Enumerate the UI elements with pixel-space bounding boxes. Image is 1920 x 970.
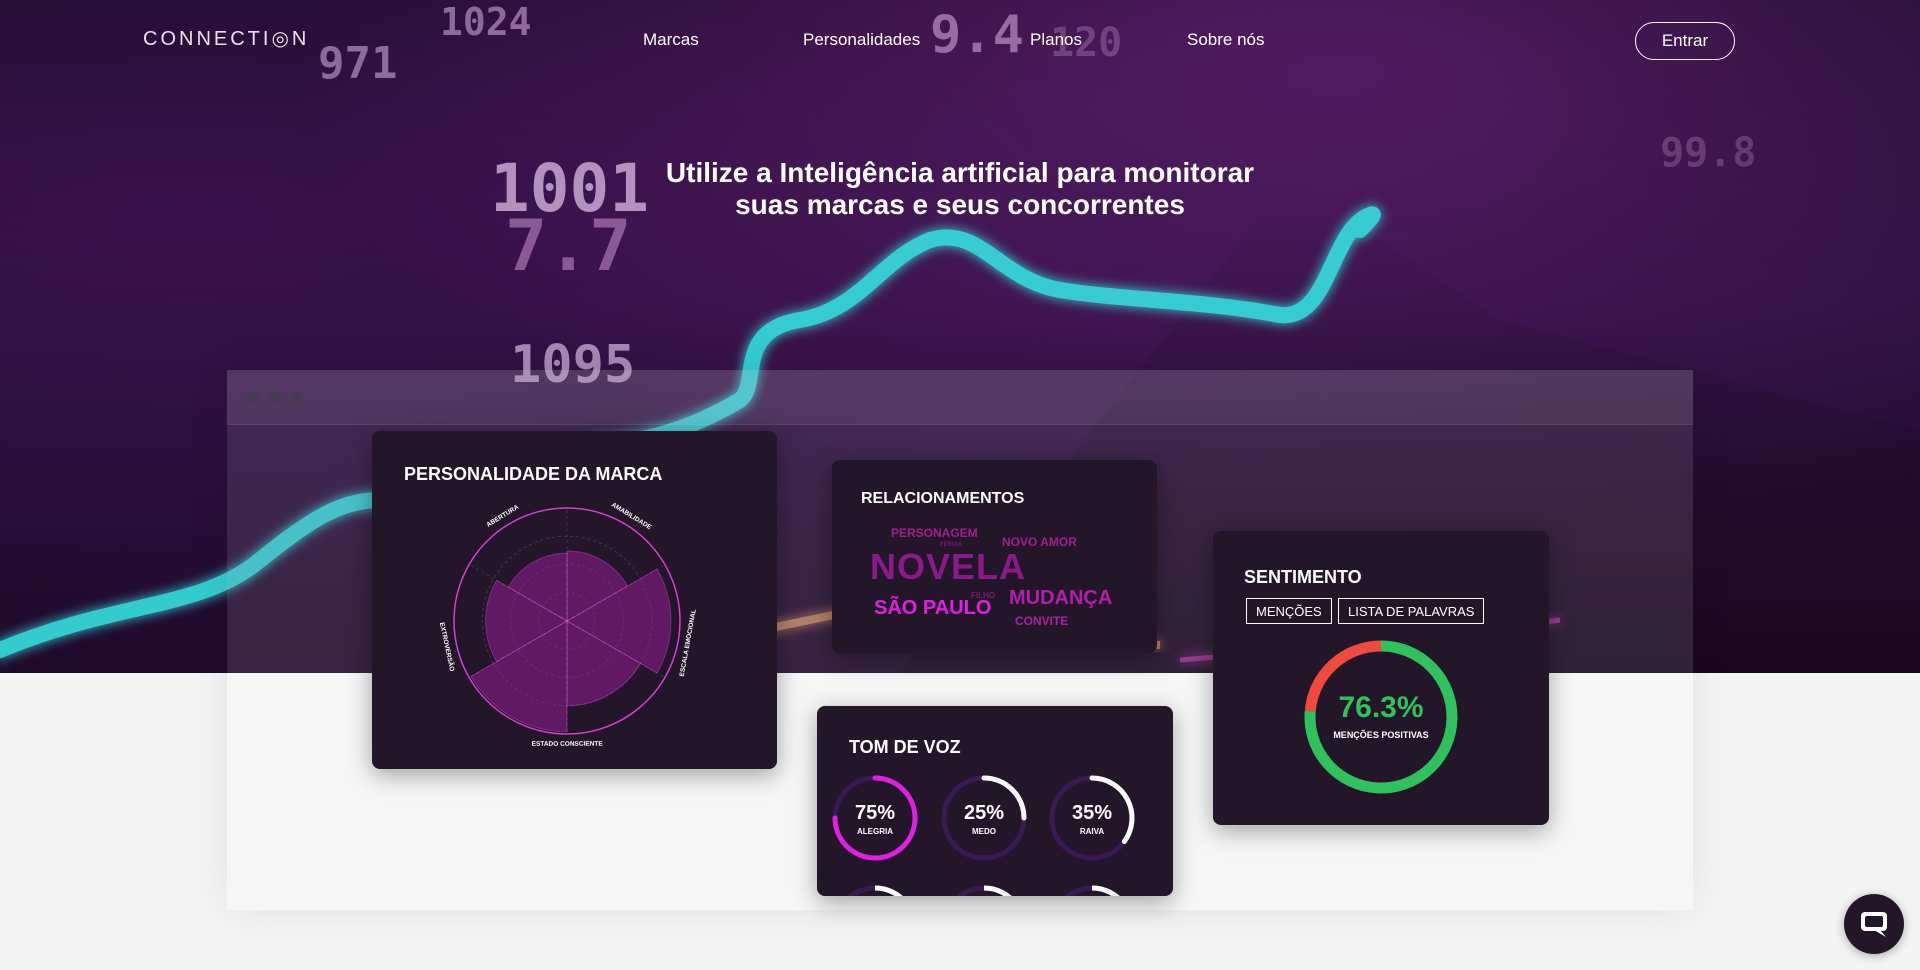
hero-headline: Utilize a Inteligência artificial para m…	[560, 157, 1360, 221]
sentiment-caption: MENÇÕES POSITIVAS	[1333, 730, 1429, 740]
sentiment-card: SENTIMENTO 76.3% MENÇÕES POSITIVAS	[1213, 531, 1549, 825]
sentiment-value: 76.3%	[1338, 691, 1424, 724]
personality-card: PERSONALIDADE DA MARCA ABERTURA AMABILIDA…	[372, 431, 777, 769]
radar-axis-label: AMABILIDADE	[610, 501, 653, 531]
headline-line-2: suas marcas e seus concorrentes	[735, 189, 1185, 220]
gauge-label: RAIVA	[1079, 827, 1105, 836]
radar-axis-label: ESTADO CONSCIENTE	[532, 741, 604, 748]
tab-mencoes[interactable]: MENÇÕES	[1246, 598, 1332, 624]
gauge-arc	[1091, 885, 1120, 896]
tone-gauges	[832, 775, 1135, 896]
mockup-title-bar	[227, 370, 1693, 425]
bg-number: 99.8	[1660, 130, 1757, 176]
tone-of-voice-card: TOM DE VOZ 75% ALEGRIA 25% MEDO 35% RAIV…	[817, 706, 1173, 896]
word-cloud-word: PERSONAGEM	[891, 526, 978, 540]
radar-axis-label: ESCALA EMOCIONAL	[679, 609, 698, 677]
window-dot	[247, 392, 259, 404]
word-cloud-word: CONVITE	[1015, 614, 1069, 628]
personality-radar-chart: ABERTURA AMABILIDADE ESCALA EMOCIONAL ESTAD…	[438, 501, 698, 748]
gauge-value: 35%	[1071, 802, 1113, 824]
chat-bubble-icon	[1861, 912, 1887, 937]
chat-button[interactable]	[1844, 894, 1904, 954]
relationships-card: RELACIONAMENTOS PERSONAGEM NOVO AMOR FÉR…	[832, 460, 1157, 653]
radar-axis-label: ABERTURA	[485, 504, 520, 529]
sentiment-donut-chart	[1304, 640, 1458, 794]
login-button[interactable]: Entrar	[1635, 22, 1735, 60]
word-cloud-word: MUDANÇA	[1009, 587, 1113, 609]
tab-lista-de-palavras[interactable]: LISTA DE PALAVRAS	[1338, 598, 1485, 624]
gauge-label: ALEGRIA	[857, 827, 893, 836]
gauge-value: 25%	[963, 802, 1005, 824]
headline-line-1: Utilize a Inteligência artificial para m…	[665, 157, 1255, 188]
nav-link-planos[interactable]: Planos	[1030, 30, 1082, 50]
relationships-card-title: RELACIONAMENTOS	[861, 490, 1025, 507]
logo[interactable]: CONNECTI◎N	[143, 26, 309, 51]
word-cloud-word: SÃO PAULO	[874, 597, 992, 619]
gauge-arc	[983, 885, 1012, 896]
gauge-label: MEDO	[972, 827, 996, 836]
nav-link-marcas[interactable]: Marcas	[643, 30, 699, 50]
window-dot	[291, 392, 303, 404]
gauge-arc	[874, 885, 903, 896]
top-navigation: CONNECTI◎N Marcas Personalidades Planos …	[0, 0, 1920, 82]
gauge-value: 75%	[854, 802, 896, 824]
nav-link-sobre-nos[interactable]: Sobre nós	[1187, 30, 1265, 50]
window-dot	[269, 392, 281, 404]
word-cloud-word: NOVELA	[870, 546, 1027, 587]
nav-link-personalidades[interactable]: Personalidades	[803, 30, 920, 50]
